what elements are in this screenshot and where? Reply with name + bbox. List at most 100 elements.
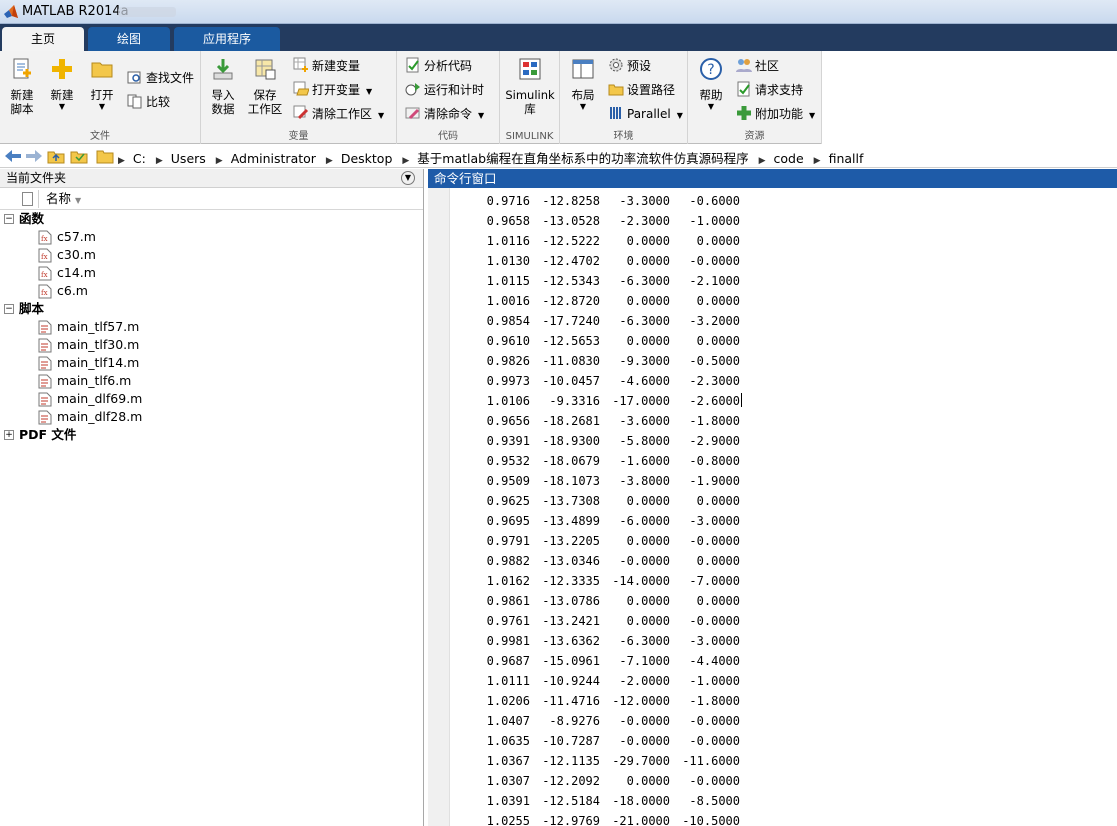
command-window-output[interactable]: 0.9716 -12.8258 -3.3000 -0.6000 0.9658 -13.05… (450, 191, 1117, 826)
simulink-library-button[interactable]: Simulink 库 (504, 57, 556, 116)
run-and-time-button[interactable]: 运行和计时 (405, 80, 484, 100)
file-item[interactable]: main_tlf6.m (0, 372, 423, 390)
up-folder-icon[interactable] (47, 148, 65, 164)
help-button[interactable]: ? 帮助 ▼ (692, 57, 730, 112)
breadcrumb-item[interactable]: finallf (829, 151, 864, 166)
breadcrumb-item[interactable]: C: (133, 151, 146, 166)
output-value: -12.1135 (542, 754, 600, 768)
folder-section[interactable]: + PDF 文件 (0, 426, 423, 444)
open-variable-button[interactable]: 打开变量 ▼ (293, 80, 372, 100)
community-button[interactable]: 社区 (736, 56, 779, 76)
output-value: 0.9391 (486, 434, 530, 448)
new-variable-button[interactable]: 新建变量 (293, 56, 360, 76)
request-support-button[interactable]: 请求支持 (736, 80, 803, 100)
breadcrumb-item[interactable]: Desktop (341, 151, 393, 166)
panel-menu-icon[interactable]: ▼ (401, 171, 415, 185)
breadcrumb-separator-icon: ▶ (758, 156, 766, 166)
file-item[interactable]: main_dlf28.m (0, 408, 423, 426)
output-value: -15.0961 (542, 654, 600, 668)
browse-folder-icon[interactable] (70, 148, 88, 164)
output-value: -2.3000 (689, 374, 740, 388)
column-divider[interactable] (38, 190, 39, 208)
output-value: -12.0000 (612, 694, 670, 708)
output-value: -0.0000 (689, 614, 740, 628)
new-button[interactable]: 新建 ▼ (43, 57, 81, 112)
find-files-icon (127, 71, 141, 84)
tab-plots[interactable]: 绘图 (88, 27, 170, 51)
variable-group: 导入 数据 保存 工作区 新建变量 打开变量 ▼ 清除工作区 ▼ 变量 (201, 51, 397, 144)
file-item[interactable]: fx c14.m (0, 264, 423, 282)
output-value: 1.0367 (486, 754, 530, 768)
breadcrumb-separator-icon: ▶ (813, 156, 821, 166)
analyze-code-button[interactable]: 分析代码 (405, 56, 472, 76)
output-value: -11.4716 (542, 694, 600, 708)
set-path-button[interactable]: 设置路径 (608, 80, 675, 100)
breadcrumb-item[interactable]: 基于matlab编程在直角坐标系中的功率流软件仿真源码程序 (417, 151, 748, 166)
compare-button[interactable]: 比较 (127, 92, 170, 112)
expand-icon[interactable]: + (4, 430, 14, 440)
layout-button[interactable]: 布局 ▼ (564, 57, 602, 112)
output-value: 0.9656 (486, 414, 530, 428)
preferences-button[interactable]: 预设 (608, 56, 651, 76)
parallel-button[interactable]: Parallel ▼ (608, 104, 683, 124)
folder-section[interactable]: − 函数 (0, 210, 423, 228)
add-ons-button[interactable]: 附加功能 ▼ (736, 104, 815, 124)
collapse-icon[interactable]: − (4, 304, 14, 314)
output-value: 1.0106 (486, 394, 530, 408)
folder-section[interactable]: − 脚本 (0, 300, 423, 318)
find-files-button[interactable]: 查找文件 (127, 68, 194, 88)
output-value: -12.5184 (542, 794, 600, 808)
function-file-icon: fx (38, 230, 52, 245)
output-value: -11.0830 (542, 354, 600, 368)
folder-section-label: 函数 (19, 211, 45, 226)
output-value: 0.9761 (486, 614, 530, 628)
output-value: -1.6000 (619, 454, 670, 468)
collapse-icon[interactable]: − (4, 214, 14, 224)
forward-arrow-icon[interactable] (25, 148, 43, 164)
name-column-header[interactable]: 名称 ▼ (46, 188, 81, 212)
output-value: -12.8720 (542, 294, 600, 308)
svg-text:?: ? (707, 62, 714, 78)
file-item[interactable]: main_tlf57.m (0, 318, 423, 336)
output-value: 0.9509 (486, 474, 530, 488)
breadcrumb-item[interactable]: Administrator (231, 151, 316, 166)
clear-workspace-button[interactable]: 清除工作区 ▼ (293, 104, 384, 124)
output-value: 0.9882 (486, 554, 530, 568)
output-row: 1.0635 -10.7287 -0.0000 -0.0000 (450, 731, 1117, 751)
clear-commands-button[interactable]: 清除命令 ▼ (405, 104, 484, 124)
output-value: 0.9532 (486, 454, 530, 468)
import-data-icon (213, 59, 233, 80)
save-workspace-button[interactable]: 保存 工作区 (246, 57, 284, 116)
output-value: -8.9276 (549, 714, 600, 728)
file-item[interactable]: fx c6.m (0, 282, 423, 300)
script-file-icon (38, 392, 52, 407)
simulink-library-icon (519, 58, 541, 80)
file-item[interactable]: main_tlf30.m (0, 336, 423, 354)
import-data-button[interactable]: 导入 数据 (204, 57, 242, 116)
output-value: -10.0457 (542, 374, 600, 388)
output-value: -0.0000 (689, 534, 740, 548)
output-value: -0.0000 (619, 714, 670, 728)
file-item[interactable]: fx c30.m (0, 246, 423, 264)
output-value: 0.0000 (696, 294, 740, 308)
file-item[interactable]: fx c57.m (0, 228, 423, 246)
output-row: 0.9695 -13.4899 -6.0000 -3.0000 (450, 511, 1117, 531)
output-value: -0.8000 (689, 454, 740, 468)
output-value: -4.4000 (689, 654, 740, 668)
breadcrumb-item[interactable]: code (774, 151, 804, 166)
clear-workspace-label: 清除工作区 (312, 107, 373, 121)
tab-home[interactable]: 主页 (2, 27, 84, 51)
file-item[interactable]: main_dlf69.m (0, 390, 423, 408)
clear-commands-label: 清除命令 (424, 107, 473, 121)
back-arrow-icon[interactable] (4, 148, 22, 164)
output-value: 0.0000 (626, 534, 670, 548)
tab-apps[interactable]: 应用程序 (174, 27, 280, 51)
output-value: -0.0000 (689, 254, 740, 268)
breadcrumb-item[interactable]: Users (171, 151, 206, 166)
output-value: -0.0000 (689, 714, 740, 728)
output-value: 0.0000 (626, 334, 670, 348)
output-value: -8.5000 (689, 794, 740, 808)
open-button[interactable]: 打开 ▼ (83, 57, 121, 112)
new-script-button[interactable]: 新建 脚本 (3, 57, 41, 116)
file-item[interactable]: main_tlf14.m (0, 354, 423, 372)
